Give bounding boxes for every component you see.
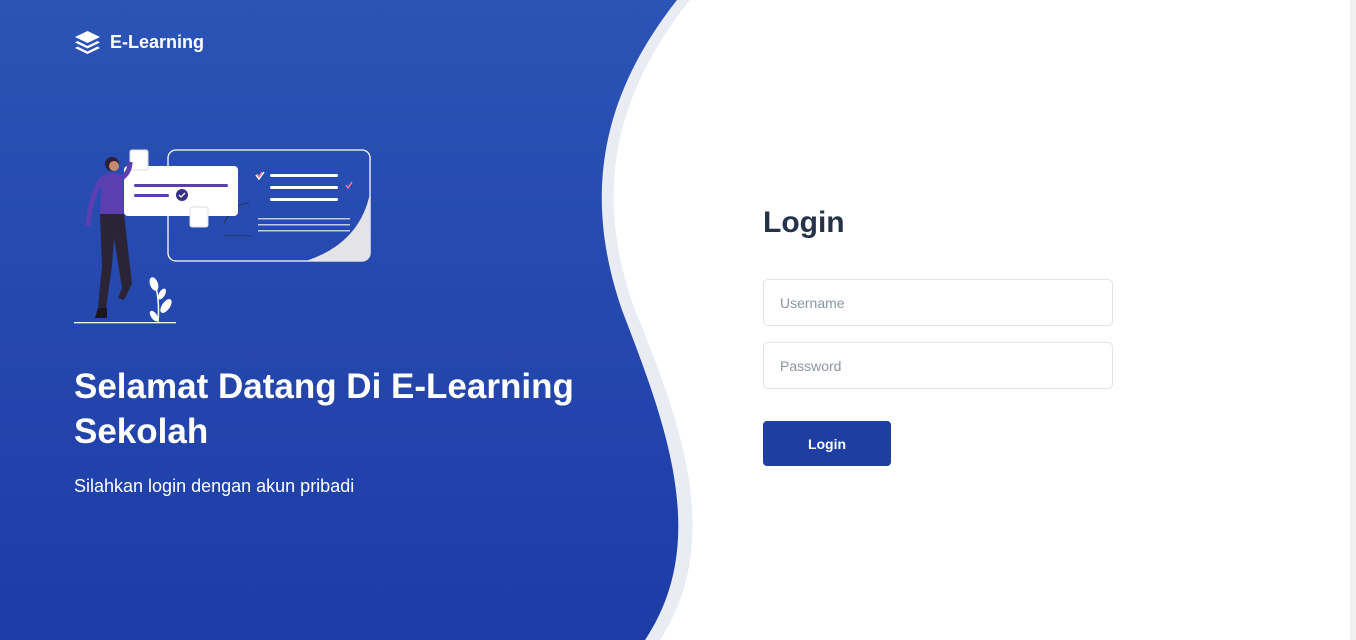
hero-illustration [74, 149, 371, 324]
password-input[interactable] [763, 342, 1113, 389]
hero-subtitle: Silahkan login dengan akun pribadi [74, 476, 355, 496]
brand-logo[interactable]: E-Learning [74, 30, 204, 55]
layers-icon [75, 31, 100, 54]
page-scrollbar[interactable] [1350, 0, 1356, 640]
login-button[interactable]: Login [763, 421, 891, 466]
hero-title: Selamat Datang Di E-Learning Sekolah [74, 367, 574, 451]
login-title: Login [763, 206, 845, 239]
username-input[interactable] [763, 279, 1113, 326]
brand-name: E-Learning [110, 32, 205, 52]
